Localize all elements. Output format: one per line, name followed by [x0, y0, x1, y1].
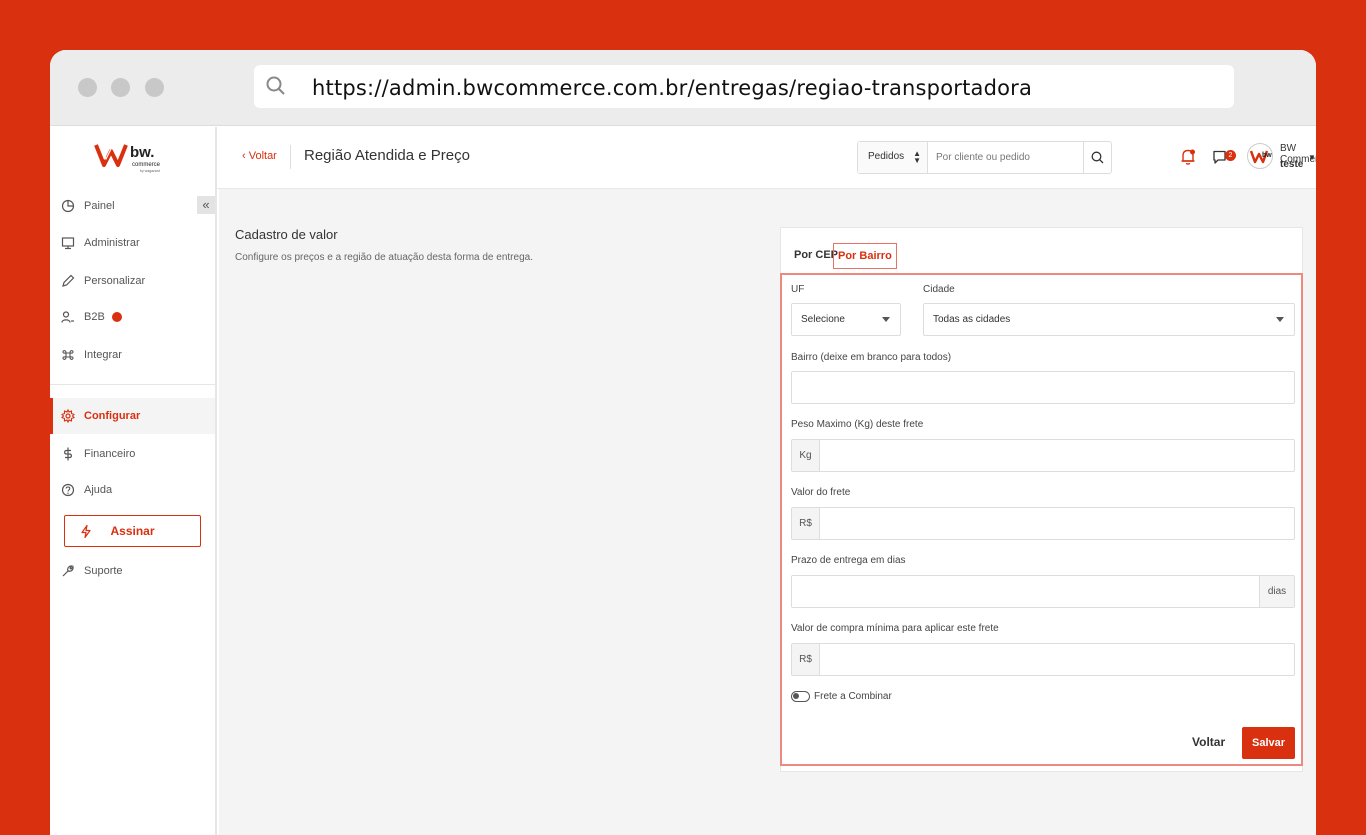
- assinar-button[interactable]: Assinar: [64, 515, 201, 547]
- salvar-button[interactable]: Salvar: [1242, 727, 1295, 759]
- sidebar-item-personalizar[interactable]: Personalizar: [50, 263, 215, 299]
- svg-text:bw.: bw.: [130, 144, 154, 161]
- url-text[interactable]: https://admin.bwcommerce.com.br/entregas…: [312, 76, 1032, 100]
- uf-label: UF: [791, 284, 805, 295]
- window-dot-close[interactable]: [78, 78, 97, 97]
- select-arrows-icon: ▲ ▼: [913, 149, 921, 165]
- search-button[interactable]: [1083, 142, 1111, 173]
- sidebar-item-suporte[interactable]: Suporte: [50, 553, 215, 589]
- avatar[interactable]: bw.: [1247, 143, 1273, 169]
- sidebar-item-label: Suporte: [84, 565, 123, 577]
- section-title: Cadastro de valor: [235, 227, 338, 242]
- dollar-icon: [64, 447, 72, 461]
- back-link[interactable]: ‹ Voltar: [242, 150, 277, 162]
- sidebar-item-administrar[interactable]: Administrar: [50, 225, 215, 261]
- chevron-down-icon[interactable]: ▼: [1308, 153, 1316, 162]
- valor-label: Valor do frete: [791, 487, 851, 498]
- bairro-form: UF Selecione Cidade Todas as cidades Bai…: [780, 273, 1303, 766]
- window-dot-minimize[interactable]: [111, 78, 130, 97]
- bw-commerce-logo[interactable]: bw. commerce by wagazard: [94, 139, 184, 179]
- monitor-icon: [61, 237, 75, 250]
- svg-text:bw.: bw.: [1262, 152, 1273, 159]
- window-dot-maximize[interactable]: [145, 78, 164, 97]
- bairro-label: Bairro (deixe em branco para todos): [791, 352, 952, 363]
- prazo-input[interactable]: dias: [791, 575, 1295, 608]
- sidebar-item-label: B2B: [84, 311, 105, 323]
- sidebar-item-financeiro[interactable]: Financeiro: [50, 436, 215, 472]
- sidebar: bw. commerce by wagazard « Painel Admini…: [50, 127, 217, 835]
- sidebar-item-label: Financeiro: [84, 448, 136, 460]
- search-input[interactable]: Por cliente ou pedido: [928, 142, 1083, 173]
- page-title: Região Atendida e Preço: [304, 147, 470, 164]
- sidebar-item-label: Integrar: [84, 349, 122, 361]
- main-content: Cadastro de valor Configure os preços e …: [219, 189, 1316, 835]
- assinar-label: Assinar: [110, 524, 155, 538]
- sidebar-item-b2b[interactable]: B2B: [50, 299, 215, 335]
- peso-input[interactable]: Kg: [791, 439, 1295, 472]
- sidebar-divider: [50, 384, 215, 385]
- search-icon: [1091, 151, 1104, 164]
- voltar-button[interactable]: Voltar: [1186, 733, 1231, 751]
- browser-window: https://admin.bwcommerce.com.br/entregas…: [50, 50, 1316, 835]
- tab-por-bairro[interactable]: Por Bairro: [833, 243, 897, 269]
- sidebar-item-painel[interactable]: Painel: [50, 188, 215, 224]
- users-icon: [61, 311, 74, 323]
- prazo-label: Prazo de entrega em dias: [791, 555, 906, 566]
- chat-count-badge: 2: [1225, 150, 1236, 161]
- sidebar-item-label: Personalizar: [84, 275, 146, 287]
- sidebar-item-label: Administrar: [84, 237, 140, 249]
- gear-icon: [61, 409, 75, 423]
- search-icon: [266, 76, 285, 95]
- dashboard-icon: [61, 199, 75, 213]
- search-type-select[interactable]: Pedidos ▲ ▼: [858, 142, 928, 173]
- top-bar: ‹ Voltar Região Atendida e Preço Pedidos…: [217, 127, 1316, 189]
- wrench-icon: [62, 565, 74, 577]
- sidebar-item-ajuda[interactable]: Ajuda: [50, 472, 215, 508]
- sidebar-item-configurar[interactable]: Configurar: [50, 398, 215, 434]
- cidade-label: Cidade: [923, 284, 955, 295]
- kg-addon: Kg: [792, 440, 820, 471]
- new-badge: [111, 312, 122, 322]
- bairro-input[interactable]: [791, 371, 1295, 404]
- command-icon: [62, 350, 74, 360]
- valor-minimo-input[interactable]: R$: [791, 643, 1295, 676]
- help-icon: [61, 483, 75, 497]
- header-divider: [290, 145, 291, 169]
- pencil-icon: [62, 274, 75, 287]
- section-description: Configure os preços e a região de atuaçã…: [235, 252, 533, 263]
- lightning-icon: [81, 525, 91, 538]
- region-price-card: Por CEP Por Bairro UF Selecione Cidade T…: [780, 227, 1303, 772]
- caret-down-icon: [1276, 317, 1284, 322]
- sidebar-item-integrar[interactable]: Integrar: [50, 337, 215, 373]
- browser-chrome: https://admin.bwcommerce.com.br/entregas…: [50, 50, 1316, 126]
- bell-icon[interactable]: [1180, 148, 1196, 166]
- search-type-value: Pedidos: [868, 151, 905, 162]
- uf-select-value: Selecione: [801, 314, 845, 325]
- frete-combinar-toggle[interactable]: [791, 691, 810, 702]
- order-search-group: Pedidos ▲ ▼ Por cliente ou pedido: [857, 141, 1112, 174]
- frete-combinar-label: Frete a Combinar: [814, 691, 892, 702]
- cidade-select-value: Todas as cidades: [933, 314, 1011, 325]
- currency-addon: R$: [792, 644, 820, 675]
- user-store[interactable]: teste: [1280, 159, 1303, 170]
- sidebar-item-label: Painel: [84, 200, 115, 212]
- peso-label: Peso Maximo (Kg) deste frete: [791, 419, 924, 430]
- caret-down-icon: [882, 317, 890, 322]
- svg-text:commerce: commerce: [132, 162, 161, 168]
- cidade-select[interactable]: Todas as cidades: [923, 303, 1295, 336]
- address-bar[interactable]: https://admin.bwcommerce.com.br/entregas…: [254, 65, 1234, 108]
- minimo-label: Valor de compra mínima para aplicar este…: [791, 623, 999, 634]
- sidebar-item-label: Ajuda: [84, 484, 113, 496]
- valor-frete-input[interactable]: R$: [791, 507, 1295, 540]
- currency-addon: R$: [792, 508, 820, 539]
- sidebar-item-label: Configurar: [84, 410, 141, 422]
- bw-avatar-logo: bw.: [1249, 150, 1273, 164]
- dias-addon: dias: [1259, 576, 1294, 607]
- svg-text:by wagazard: by wagazard: [140, 169, 160, 173]
- uf-select[interactable]: Selecione: [791, 303, 901, 336]
